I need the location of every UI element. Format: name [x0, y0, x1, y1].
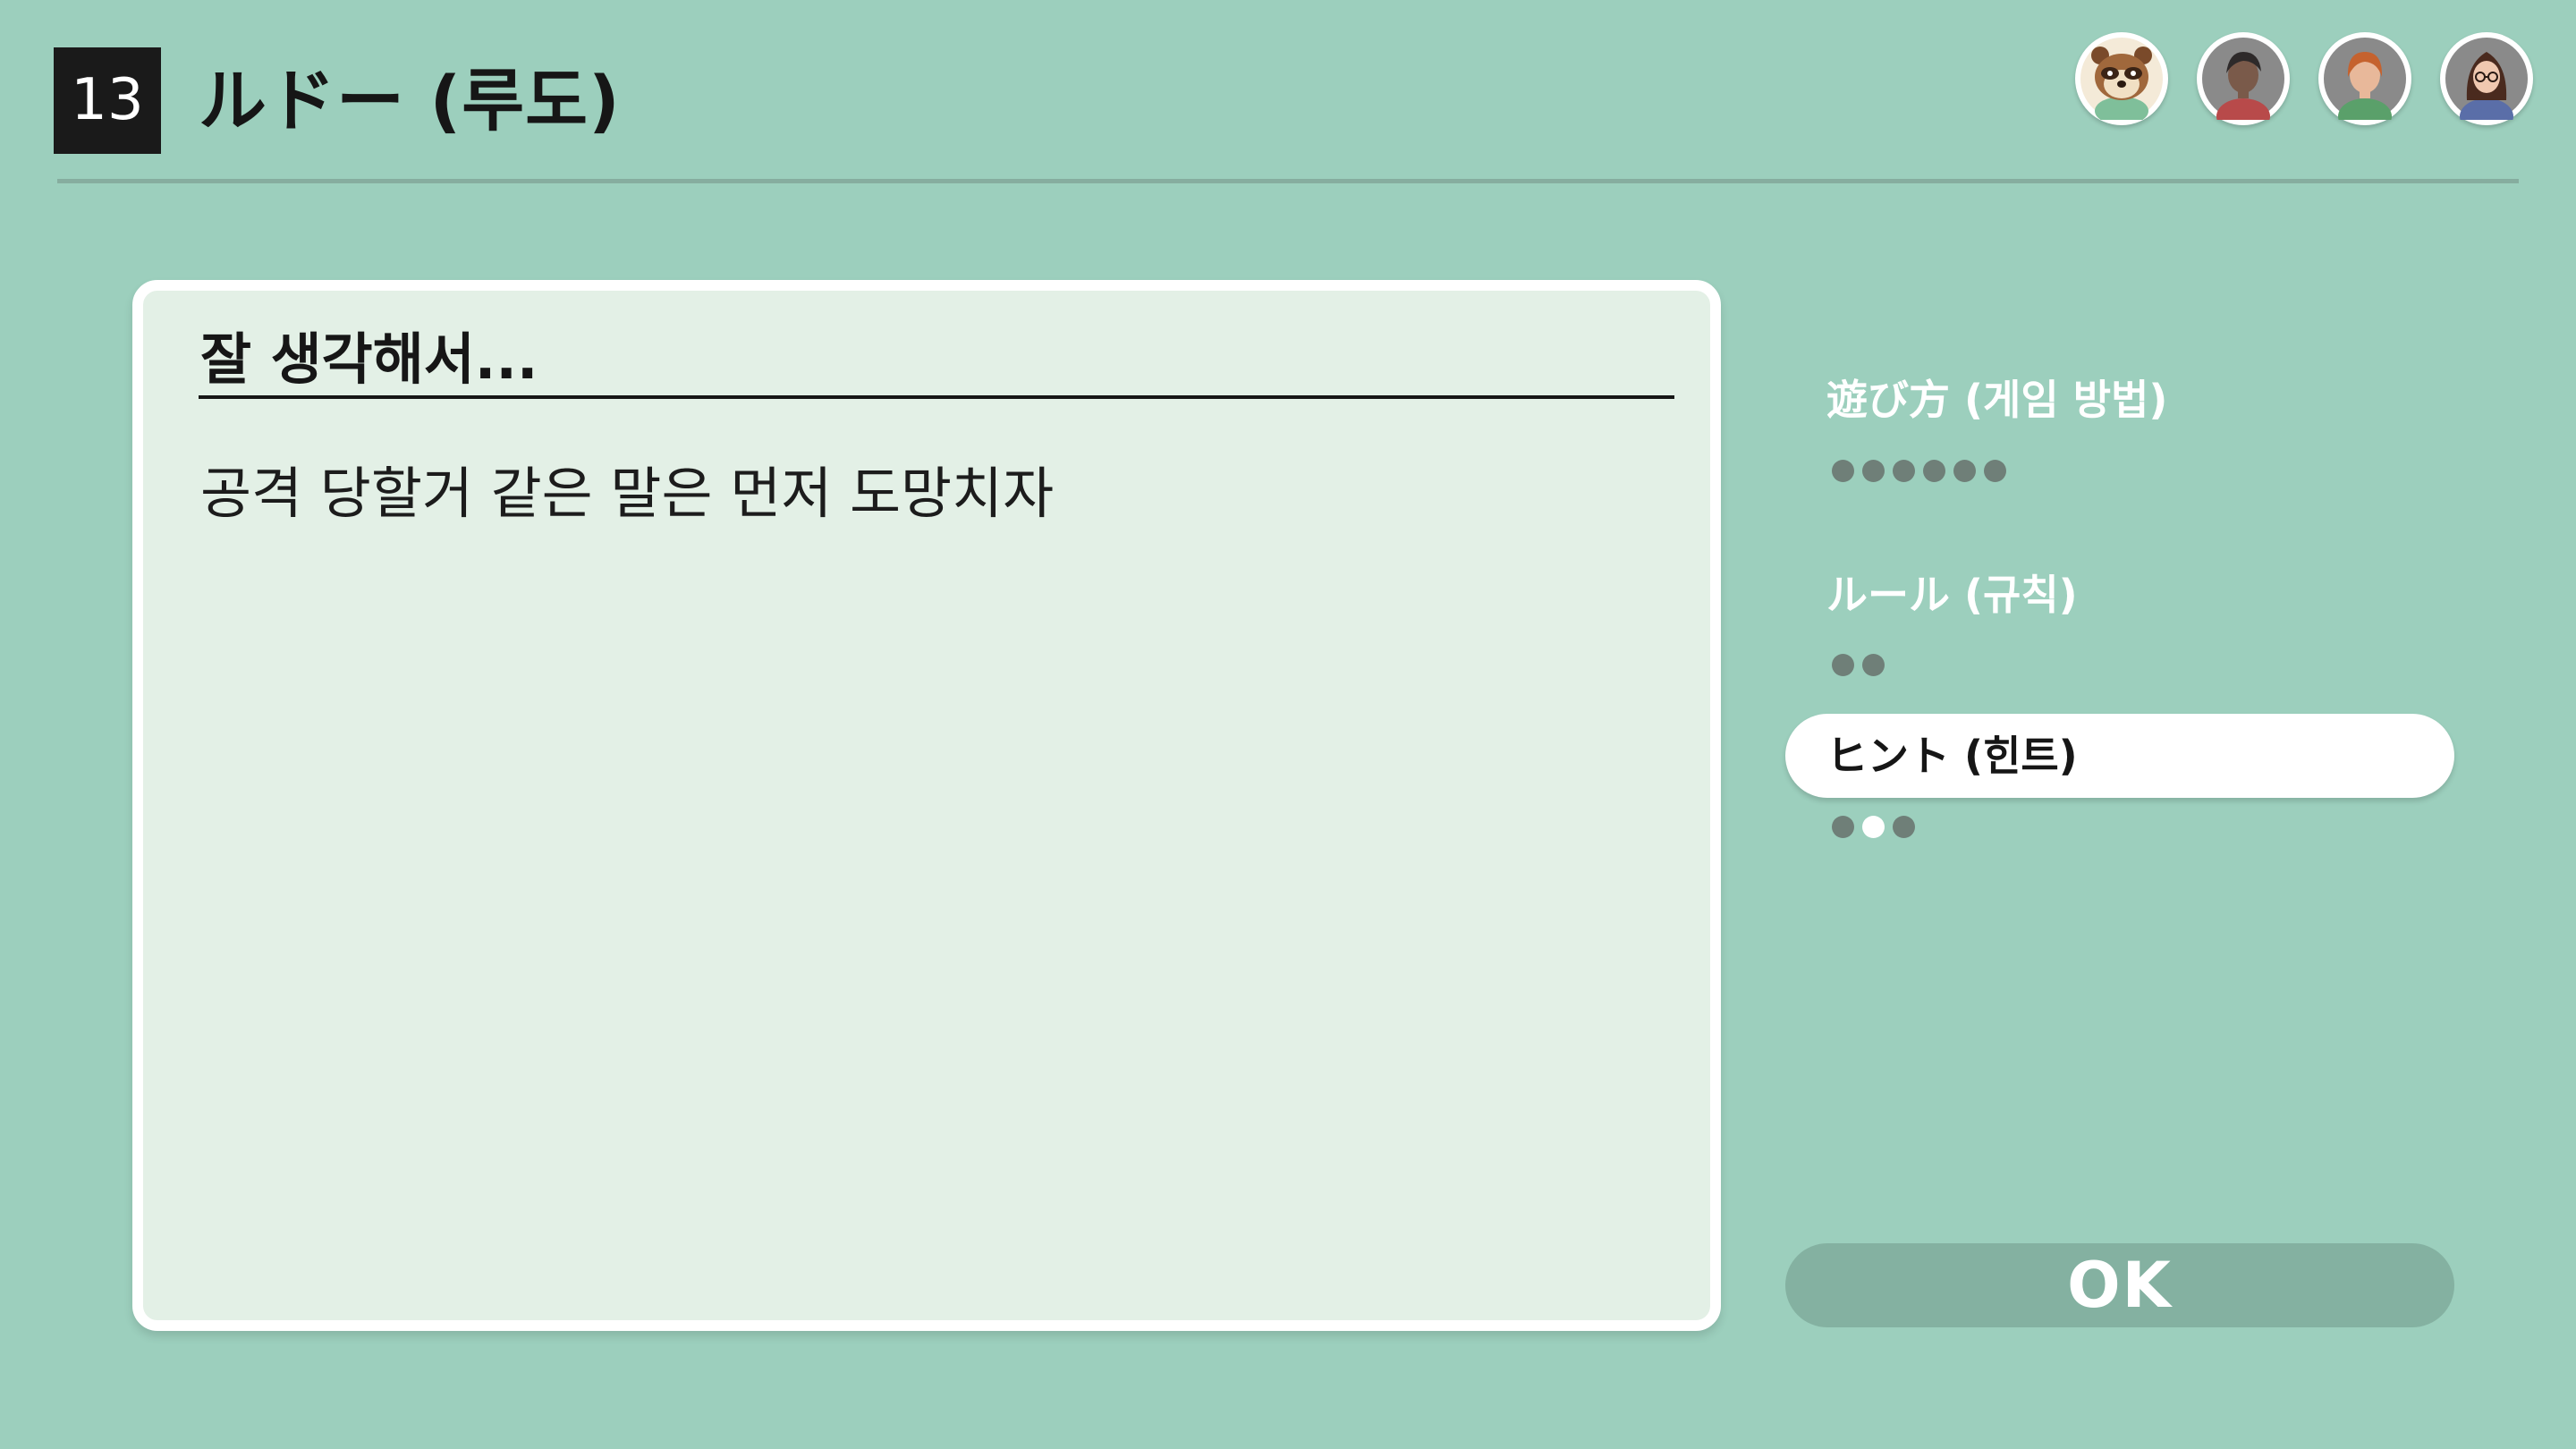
page-dot	[1984, 460, 2006, 482]
page-dot	[1832, 816, 1854, 838]
menu-item-how-to-play[interactable]: 遊び方 (게임 방법)	[1785, 358, 2454, 442]
page-dot	[1862, 460, 1885, 482]
page-dot	[1862, 654, 1885, 676]
menu-item-label: 遊び方 (게임 방법)	[1826, 376, 2168, 424]
page-dot-active	[1862, 816, 1885, 838]
player-avatar-glasses-icon[interactable]	[2440, 32, 2533, 125]
hint-card: 잘 생각해서... 공격 당할거 같은 말은 먼저 도망치자	[132, 280, 1721, 1331]
hint-text: 공격 당할거 같은 말은 먼저 도망치자	[200, 461, 1055, 526]
page-dot	[1893, 816, 1915, 838]
player-avatar-orange-hair-icon[interactable]	[2318, 32, 2411, 125]
hint-heading: 잘 생각해서...	[200, 326, 538, 392]
hint-heading-divider	[199, 395, 1674, 399]
game-number-badge: 13	[54, 47, 161, 154]
page-dot	[1923, 460, 1945, 482]
menu-item-label: ヒント (힌트)	[1826, 732, 2078, 780]
menu-item-label: ルール (규칙)	[1826, 571, 2078, 619]
header: 13 ルドー (루도)	[0, 0, 2576, 183]
menu-item-rules[interactable]: ルール (규칙)	[1785, 553, 2454, 637]
header-divider	[57, 179, 2519, 183]
ok-button[interactable]: OK	[1785, 1243, 2454, 1327]
game-title: ルドー (루도)	[199, 61, 621, 140]
page-dot	[1832, 460, 1854, 482]
page-dot	[1953, 460, 1976, 482]
menu-item-hints[interactable]: ヒント (힌트)	[1785, 714, 2454, 798]
page-dot	[1893, 460, 1915, 482]
player-avatar-dark-hair-icon[interactable]	[2197, 32, 2290, 125]
page-dot	[1832, 654, 1854, 676]
player-avatars	[2075, 32, 2540, 131]
tom-nook-avatar-icon[interactable]	[2075, 32, 2168, 125]
